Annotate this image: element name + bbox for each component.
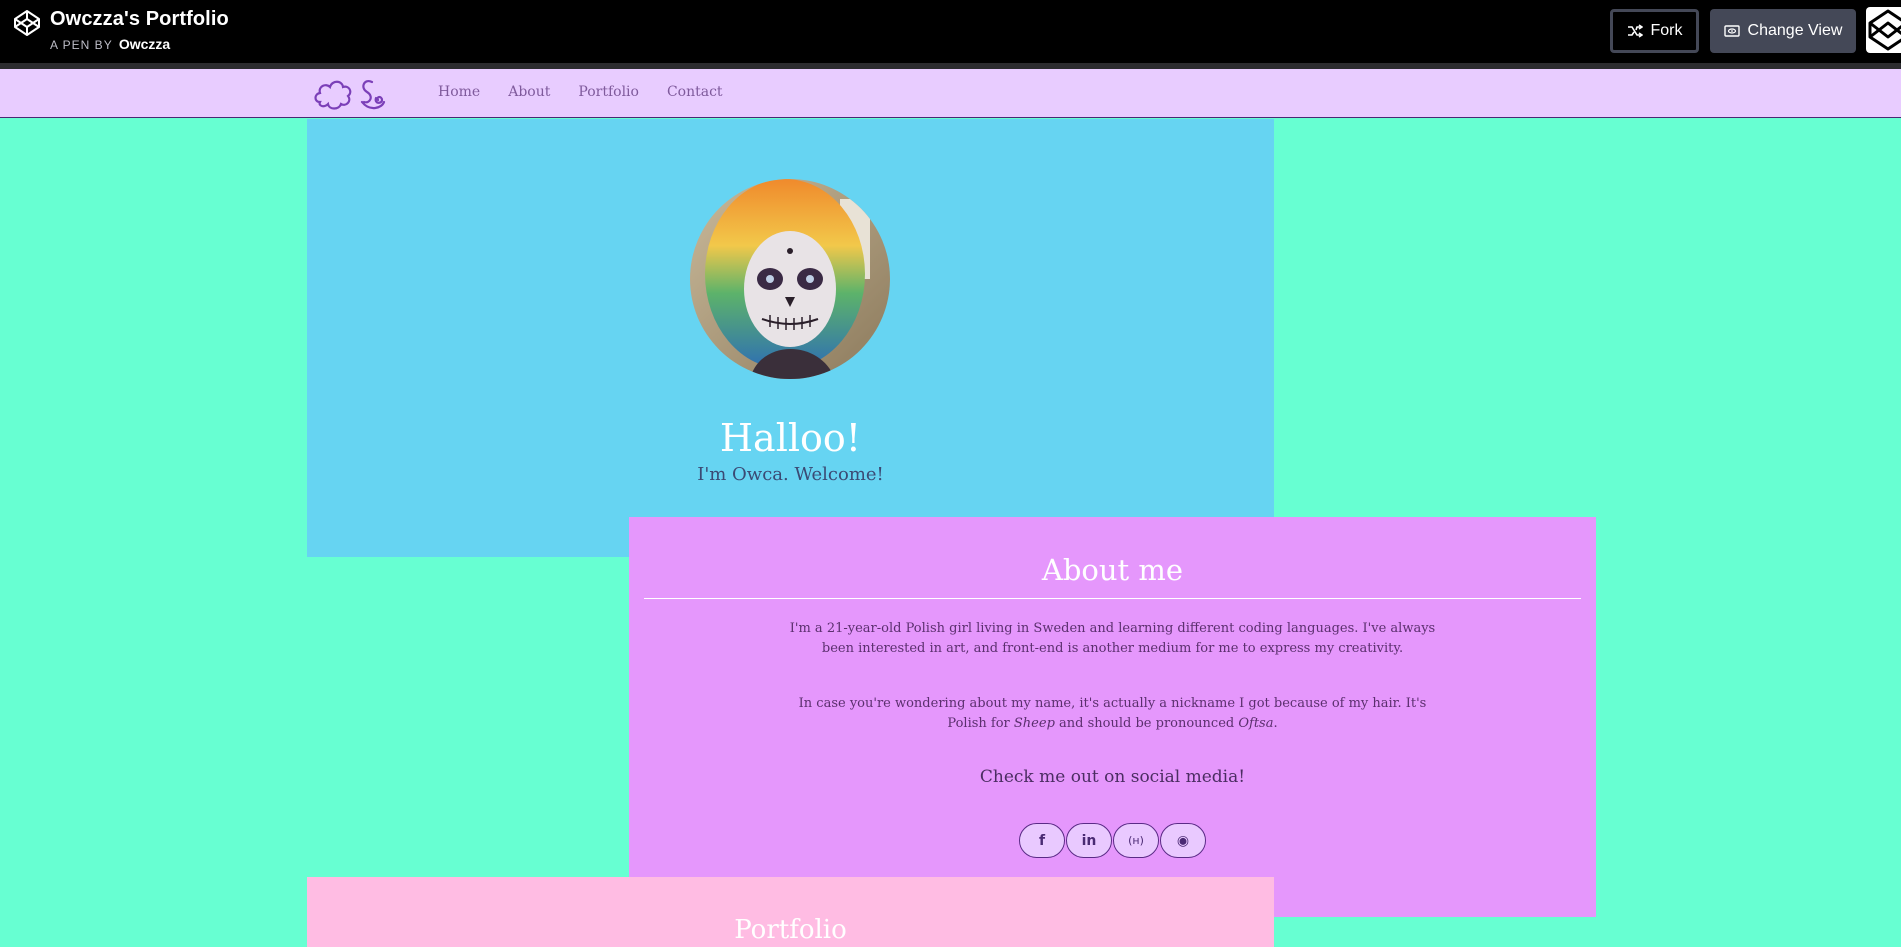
about-p2-text-2: and should be pronounced [1054,716,1239,731]
about-paragraph-1: I'm a 21-year-old Polish girl living in … [789,621,1436,656]
freecodecamp-icon: (ʜ) [1128,834,1144,847]
codepen-corner-logo[interactable] [1866,7,1901,53]
github-icon: ◉ [1176,832,1190,849]
pen-byline: A PEN BY Owczza [50,36,170,52]
pen-author-link[interactable]: Owczza [119,36,170,52]
social-links: f in (ʜ) ◉ [1019,823,1206,858]
linkedin-icon: in [1081,832,1097,849]
site-navbar: Home About Portfolio Contact [0,69,1901,118]
pen-by-label: A PEN BY [50,38,113,52]
about-paragraph-2: In case you're wondering about my name, … [784,694,1441,734]
about-title: About me [1041,553,1184,587]
portfolio-section: Portfolio [307,877,1274,947]
github-button[interactable]: ◉ [1160,823,1206,858]
hero-subtitle: I'm Owca. Welcome! [697,464,884,485]
hero-title: Halloo! [719,416,862,460]
eye-icon [1723,25,1740,37]
pen-title: Owczza's Portfolio [50,8,229,30]
codepen-header: Owczza's Portfolio A PEN BY Owczza Fork … [0,0,1901,63]
nav-link-portfolio[interactable]: Portfolio [578,84,639,100]
nav-links: Home About Portfolio Contact [438,84,751,100]
hero-section: Halloo! I'm Owca. Welcome! [307,119,1274,557]
codepen-logo-icon[interactable] [13,9,41,37]
about-p2-text-3: . [1273,716,1278,731]
nav-link-contact[interactable]: Contact [667,84,723,100]
profile-avatar [690,179,890,379]
avatar-portrait-image [690,179,890,379]
nav-link-home[interactable]: Home [438,84,480,100]
codepen-logo-icon [1868,9,1901,51]
fork-label: Fork [1650,22,1683,39]
freecodecamp-button[interactable]: (ʜ) [1113,823,1159,858]
facebook-icon: f [1038,832,1046,849]
owca-logo-icon[interactable] [312,72,394,116]
about-section: About me I'm a 21-year-old Polish girl l… [629,517,1596,917]
linkedin-button[interactable]: in [1066,823,1112,858]
about-divider [644,598,1581,599]
social-heading: Check me out on social media! [979,767,1246,787]
about-p2-sheep: Sheep [1013,716,1055,731]
fork-button[interactable]: Fork [1610,9,1699,53]
change-view-label: Change View [1747,22,1843,39]
change-view-button[interactable]: Change View [1710,9,1856,53]
portfolio-title: Portfolio [734,915,847,945]
about-p2-oftsa: Oftsa [1238,716,1274,731]
nav-link-about[interactable]: About [508,84,550,100]
fork-icon [1627,24,1643,38]
facebook-button[interactable]: f [1019,823,1065,858]
